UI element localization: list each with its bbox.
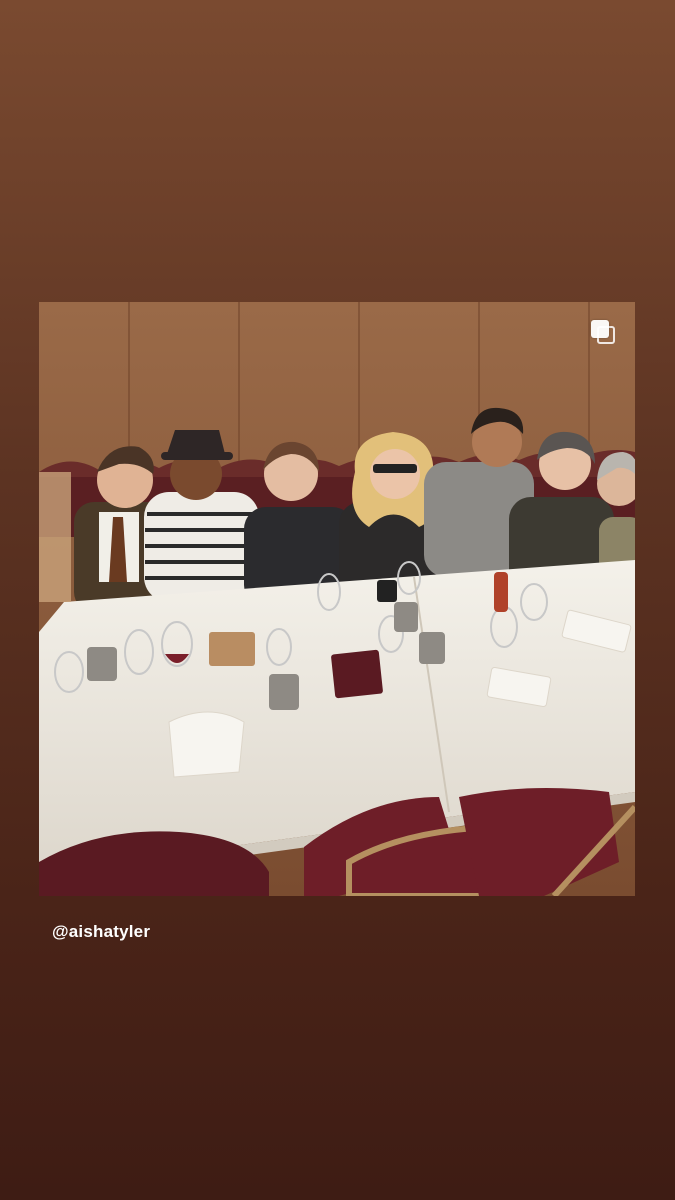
shared-post-photo[interactable]: [39, 302, 635, 896]
mention-tag[interactable]: @aishatyler: [52, 922, 150, 942]
carousel-icon: [591, 320, 617, 346]
group-dinner-photo: [39, 302, 635, 896]
